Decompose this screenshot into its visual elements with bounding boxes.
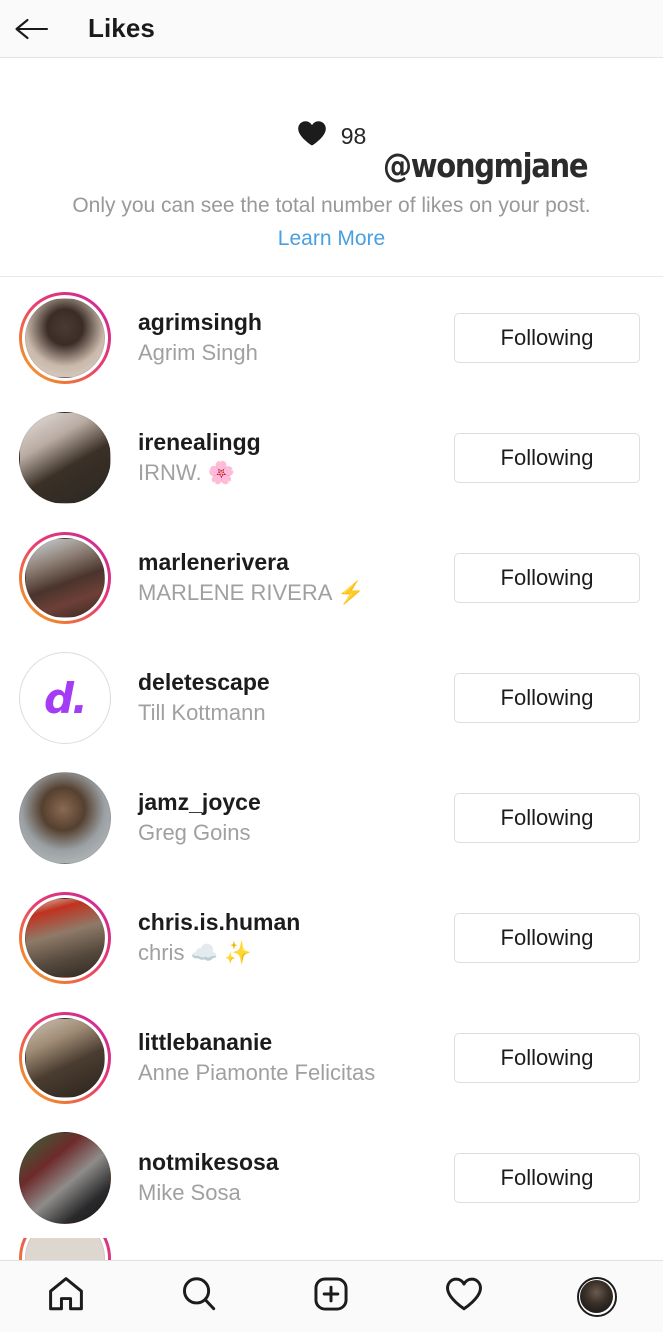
username: deletescape bbox=[138, 668, 270, 695]
user-names[interactable]: irenealingg IRNW. 🌸 bbox=[138, 428, 454, 488]
username: marlenerivera bbox=[138, 548, 289, 575]
fullname: chris ☁️ ✨ bbox=[138, 940, 252, 966]
profile-avatar bbox=[576, 1276, 617, 1317]
list-item[interactable]: marlenerivera MARLENE RIVERA ⚡ Following bbox=[0, 518, 663, 638]
avatar[interactable] bbox=[19, 1132, 111, 1224]
user-names[interactable]: marlenerivera MARLENE RIVERA ⚡ bbox=[138, 548, 454, 608]
fullname: MARLENE RIVERA ⚡ bbox=[138, 580, 365, 606]
list-item[interactable] bbox=[0, 1238, 663, 1260]
follow-button[interactable]: Following bbox=[454, 1033, 640, 1083]
username: chris.is.human bbox=[138, 908, 301, 935]
fullname: Greg Goins bbox=[138, 820, 251, 846]
back-arrow-icon bbox=[13, 15, 49, 43]
watermark-label: @wongmjane bbox=[381, 144, 590, 187]
list-item[interactable]: d. deletescape Till Kottmann Following bbox=[0, 638, 663, 758]
nav-home[interactable] bbox=[0, 1261, 133, 1332]
user-names[interactable]: littlebananie Anne Piamonte Felicitas bbox=[138, 1028, 454, 1088]
heart-filled-icon bbox=[297, 120, 327, 152]
follow-button[interactable]: Following bbox=[454, 1153, 640, 1203]
avatar[interactable] bbox=[19, 532, 111, 624]
fullname: Till Kottmann bbox=[138, 700, 266, 726]
nav-search[interactable] bbox=[133, 1261, 266, 1332]
list-item[interactable]: jamz_joyce Greg Goins Following bbox=[0, 758, 663, 878]
follow-button[interactable]: Following bbox=[454, 913, 640, 963]
learn-more-link[interactable]: Learn More bbox=[0, 227, 663, 251]
follow-button[interactable]: Following bbox=[454, 673, 640, 723]
list-item[interactable]: chris.is.human chris ☁️ ✨ Following bbox=[0, 878, 663, 998]
likes-screen: Likes 98 @wongmjane Only you can see the… bbox=[0, 0, 663, 1332]
add-post-icon bbox=[310, 1273, 352, 1320]
avatar[interactable] bbox=[19, 1238, 111, 1260]
fullname: Anne Piamonte Felicitas bbox=[138, 1060, 376, 1086]
user-names[interactable]: agrimsingh Agrim Singh bbox=[138, 308, 454, 368]
user-names[interactable]: jamz_joyce Greg Goins bbox=[138, 788, 454, 848]
avatar[interactable] bbox=[19, 292, 111, 384]
app-header: Likes bbox=[0, 0, 663, 58]
page-title: Likes bbox=[88, 13, 155, 43]
username: jamz_joyce bbox=[138, 788, 261, 815]
user-names[interactable]: deletescape Till Kottmann bbox=[138, 668, 454, 728]
avatar[interactable]: d. bbox=[19, 652, 111, 744]
username: agrimsingh bbox=[138, 308, 262, 335]
privacy-description: Only you can see the total number of lik… bbox=[72, 194, 591, 217]
follow-button[interactable]: Following bbox=[454, 553, 640, 603]
nav-add-post[interactable] bbox=[265, 1261, 398, 1332]
avatar[interactable] bbox=[19, 412, 111, 504]
list-item[interactable]: notmikesosa Mike Sosa Following bbox=[0, 1118, 663, 1238]
avatar[interactable] bbox=[19, 772, 111, 864]
bottom-navigation-bar bbox=[0, 1260, 663, 1332]
avatar[interactable] bbox=[19, 892, 111, 984]
nav-activity[interactable] bbox=[398, 1261, 531, 1332]
list-item[interactable]: littlebananie Anne Piamonte Felicitas Fo… bbox=[0, 998, 663, 1118]
activity-heart-icon bbox=[443, 1273, 485, 1320]
fullname: IRNW. 🌸 bbox=[138, 460, 236, 486]
like-count-value: 98 bbox=[340, 122, 367, 149]
fullname: Mike Sosa bbox=[138, 1180, 241, 1206]
follow-button[interactable]: Following bbox=[454, 313, 640, 363]
back-button[interactable] bbox=[0, 0, 62, 58]
home-icon bbox=[45, 1273, 87, 1320]
username: littlebananie bbox=[138, 1028, 273, 1055]
user-names[interactable]: notmikesosa Mike Sosa bbox=[138, 1148, 454, 1208]
list-item[interactable]: irenealingg IRNW. 🌸 Following bbox=[0, 398, 663, 518]
search-icon bbox=[178, 1273, 220, 1320]
avatar-logo-text: d. bbox=[19, 652, 111, 744]
likers-list[interactable]: agrimsingh Agrim Singh Following ireneal… bbox=[0, 278, 663, 1260]
list-item[interactable]: agrimsingh Agrim Singh Following bbox=[0, 278, 663, 398]
fullname: Agrim Singh bbox=[138, 340, 258, 366]
username: irenealingg bbox=[138, 428, 261, 455]
likes-info-banner: 98 @wongmjane Only you can see the total… bbox=[0, 58, 663, 277]
nav-profile[interactable] bbox=[530, 1261, 663, 1332]
avatar[interactable] bbox=[19, 1012, 111, 1104]
username: notmikesosa bbox=[138, 1148, 279, 1175]
follow-button[interactable]: Following bbox=[454, 793, 640, 843]
follow-button[interactable]: Following bbox=[454, 433, 640, 483]
user-names[interactable]: chris.is.human chris ☁️ ✨ bbox=[138, 908, 454, 968]
